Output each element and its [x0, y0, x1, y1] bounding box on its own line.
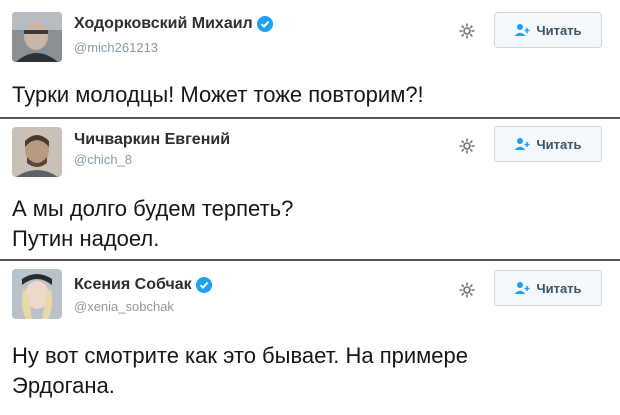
tweet-text: Турки молодцы! Может тоже повторим?! — [12, 80, 612, 110]
add-user-icon — [514, 138, 530, 150]
follow-label: Читать — [536, 280, 582, 296]
author-name[interactable]: Ходорковский Михаил — [74, 15, 253, 33]
tweet-text-line: Турки молодцы! Может тоже повторим?! — [12, 82, 424, 107]
follow-button[interactable]: Читать — [494, 126, 602, 162]
follow-button[interactable]: Читать — [494, 12, 602, 48]
verified-badge-icon — [195, 277, 212, 293]
author-handle[interactable]: @chich_8 — [74, 152, 132, 167]
tweet-text-line: Эрдогана. — [12, 373, 115, 398]
tweet-text: Ну вот смотрите как это бывает. На приме… — [12, 341, 612, 401]
tweet-3: Ксения Собчак @xenia_sobchak Читать Ну в… — [0, 261, 620, 415]
author-name[interactable]: Чичваркин Евгений — [74, 131, 230, 149]
gear-icon[interactable] — [458, 137, 476, 155]
follow-label: Читать — [536, 136, 582, 152]
tweet-text: А мы долго будем терпеть? Путин надоел. — [12, 194, 612, 254]
tweet-1: Ходорковский Михаил @mich261213 Читать Т… — [0, 0, 620, 118]
tweet-text-line: Ну вот смотрите как это бывает. На приме… — [12, 343, 468, 368]
author-name[interactable]: Ксения Собчак — [74, 276, 192, 294]
gear-icon[interactable] — [458, 281, 476, 299]
author-handle[interactable]: @xenia_sobchak — [74, 299, 174, 314]
tweet-2: Чичваркин Евгений @chich_8 Читать А мы д… — [0, 119, 620, 260]
avatar[interactable] — [12, 12, 62, 62]
tweet-text-line: А мы долго будем терпеть? — [12, 196, 294, 221]
add-user-icon — [514, 282, 530, 294]
follow-button[interactable]: Читать — [494, 270, 602, 306]
author-handle[interactable]: @mich261213 — [74, 40, 158, 55]
verified-badge-icon — [256, 16, 273, 32]
follow-label: Читать — [536, 22, 582, 38]
avatar[interactable] — [12, 269, 62, 319]
tweet-text-line: Путин надоел. — [12, 226, 160, 251]
gear-icon[interactable] — [458, 22, 476, 40]
add-user-icon — [514, 24, 530, 36]
avatar[interactable] — [12, 127, 62, 177]
